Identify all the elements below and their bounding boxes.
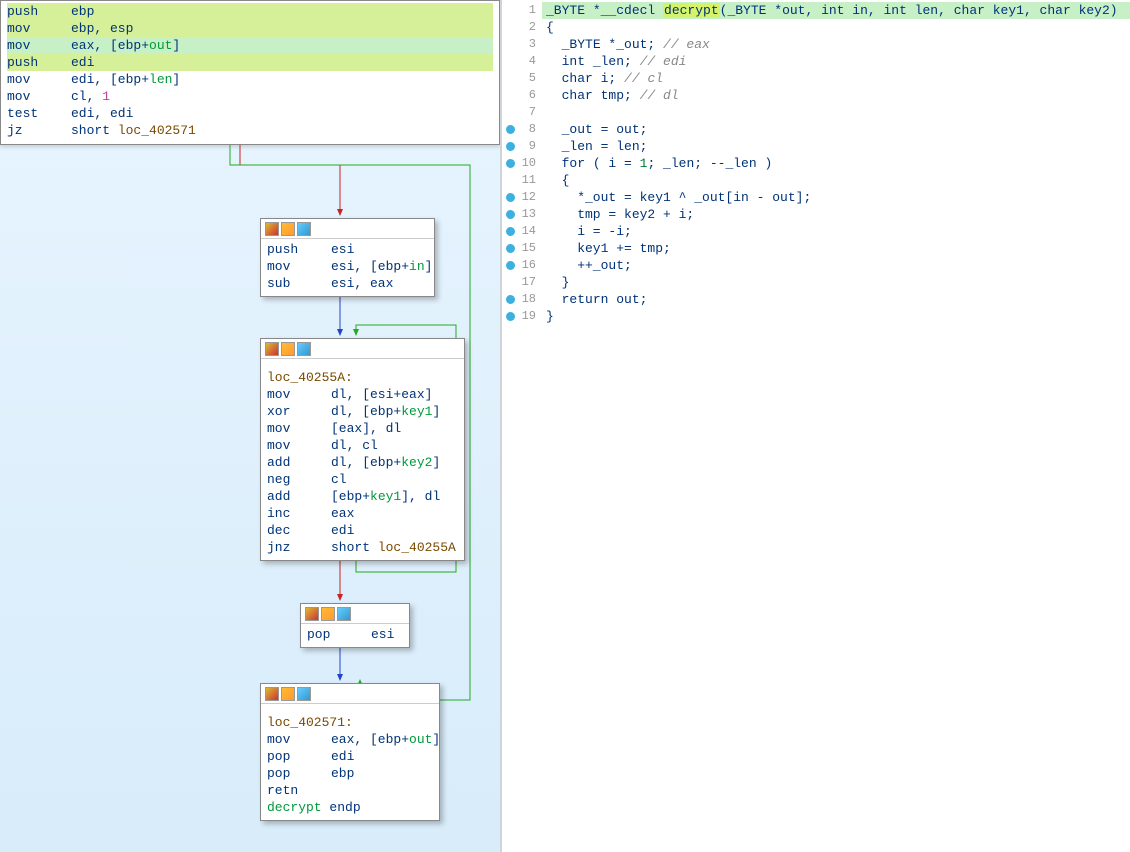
- line-number: 3: [502, 36, 542, 53]
- asm-instruction[interactable]: pushedi: [7, 54, 493, 71]
- block-icon: [337, 607, 351, 621]
- graph-block-entry[interactable]: pushebpmovebp, espmoveax, [ebp+out]pushe…: [0, 0, 500, 145]
- code-line[interactable]: _BYTE *__cdecl decrypt(_BYTE *out, int i…: [542, 2, 1130, 19]
- line-number: 9: [502, 138, 542, 155]
- code-line[interactable]: [542, 104, 1130, 121]
- breakpoint-dot[interactable]: [506, 193, 515, 202]
- disassembly-graph-pane[interactable]: pushebpmovebp, espmoveax, [ebp+out]pushe…: [0, 0, 500, 852]
- line-number: 8: [502, 121, 542, 138]
- code-line[interactable]: key1 += tmp;: [542, 240, 1130, 257]
- code-line[interactable]: return out;: [542, 291, 1130, 308]
- line-number: 1: [502, 2, 542, 19]
- asm-instruction[interactable]: movcl, 1: [7, 88, 493, 105]
- line-number: 5: [502, 70, 542, 87]
- code-line[interactable]: _out = out;: [542, 121, 1130, 138]
- asm-instruction[interactable]: mov[eax], dl: [267, 420, 458, 437]
- breakpoint-dot[interactable]: [506, 227, 515, 236]
- asm-label: loc_40255A:: [267, 370, 353, 385]
- block-icon: [297, 687, 311, 701]
- code-line[interactable]: _BYTE *_out; // eax: [542, 36, 1130, 53]
- asm-instruction[interactable]: popedi: [267, 748, 433, 765]
- asm-instruction[interactable]: subesi, eax: [267, 275, 428, 292]
- breakpoint-dot[interactable]: [506, 210, 515, 219]
- code-line[interactable]: char i; // cl: [542, 70, 1130, 87]
- asm-instruction[interactable]: decedi: [267, 522, 458, 539]
- asm-instruction[interactable]: retn: [267, 782, 433, 799]
- asm-instruction[interactable]: xordl, [ebp+key1]: [267, 403, 458, 420]
- breakpoint-dot[interactable]: [506, 261, 515, 270]
- block-icon: [265, 687, 279, 701]
- decompiler-pane[interactable]: 12345678910111213141516171819 _BYTE *__c…: [500, 0, 1130, 852]
- line-number: 15: [502, 240, 542, 257]
- code-line[interactable]: char tmp; // dl: [542, 87, 1130, 104]
- line-number-gutter: 12345678910111213141516171819: [502, 0, 542, 852]
- breakpoint-dot[interactable]: [506, 244, 515, 253]
- line-number: 12: [502, 189, 542, 206]
- asm-instruction[interactable]: decrypt endp: [267, 799, 433, 816]
- asm-instruction[interactable]: movdl, [esi+eax]: [267, 386, 458, 403]
- graph-block-setup[interactable]: pushesimovesi, [ebp+in]subesi, eax: [260, 218, 435, 297]
- code-line[interactable]: {: [542, 172, 1130, 189]
- breakpoint-dot[interactable]: [506, 142, 515, 151]
- code-line[interactable]: int _len; // edi: [542, 53, 1130, 70]
- line-number: 10: [502, 155, 542, 172]
- asm-instruction[interactable]: popebp: [267, 765, 433, 782]
- block-icon: [297, 342, 311, 356]
- code-line[interactable]: ++_out;: [542, 257, 1130, 274]
- asm-instruction[interactable]: testedi, edi: [7, 105, 493, 122]
- asm-instruction[interactable]: inceax: [267, 505, 458, 522]
- asm-instruction[interactable]: popesi: [307, 626, 403, 643]
- line-number: 7: [502, 104, 542, 121]
- code-line[interactable]: }: [542, 308, 1130, 325]
- block-icon: [297, 222, 311, 236]
- line-number: 18: [502, 291, 542, 308]
- line-number: 13: [502, 206, 542, 223]
- asm-instruction[interactable]: pushebp: [7, 3, 493, 20]
- line-number: 11: [502, 172, 542, 189]
- block-icon: [281, 342, 295, 356]
- code-line[interactable]: _len = len;: [542, 138, 1130, 155]
- block-icon: [305, 607, 319, 621]
- asm-instruction[interactable]: jzshort loc_402571: [7, 122, 493, 139]
- asm-instruction[interactable]: add[ebp+key1], dl: [267, 488, 458, 505]
- block-icon: [321, 607, 335, 621]
- line-number: 2: [502, 19, 542, 36]
- decompiled-code[interactable]: _BYTE *__cdecl decrypt(_BYTE *out, int i…: [542, 0, 1130, 852]
- asm-instruction[interactable]: pushesi: [267, 241, 428, 258]
- breakpoint-dot[interactable]: [506, 125, 515, 134]
- asm-instruction[interactable]: movebp, esp: [7, 20, 493, 37]
- code-line[interactable]: for ( i = 1; _len; --_len ): [542, 155, 1130, 172]
- code-line[interactable]: }: [542, 274, 1130, 291]
- block-icon: [265, 222, 279, 236]
- line-number: 14: [502, 223, 542, 240]
- block-icon: [281, 222, 295, 236]
- asm-instruction[interactable]: moveax, [ebp+out]: [267, 731, 433, 748]
- asm-instruction[interactable]: moveax, [ebp+out]: [7, 37, 493, 54]
- breakpoint-dot[interactable]: [506, 312, 515, 321]
- code-line[interactable]: {: [542, 19, 1130, 36]
- breakpoint-dot[interactable]: [506, 295, 515, 304]
- line-number: 19: [502, 308, 542, 325]
- asm-instruction[interactable]: adddl, [ebp+key2]: [267, 454, 458, 471]
- block-icon: [265, 342, 279, 356]
- line-number: 16: [502, 257, 542, 274]
- line-number: 4: [502, 53, 542, 70]
- graph-block-pop[interactable]: popesi: [300, 603, 410, 648]
- asm-instruction[interactable]: movesi, [ebp+in]: [267, 258, 428, 275]
- line-number: 17: [502, 274, 542, 291]
- line-number: 6: [502, 87, 542, 104]
- asm-instruction[interactable]: movedi, [ebp+len]: [7, 71, 493, 88]
- asm-instruction[interactable]: jnzshort loc_40255A: [267, 539, 458, 556]
- graph-block-loop[interactable]: loc_40255A: movdl, [esi+eax]xordl, [ebp+…: [260, 338, 465, 561]
- code-line[interactable]: tmp = key2 + i;: [542, 206, 1130, 223]
- code-line[interactable]: *_out = key1 ^ _out[in - out];: [542, 189, 1130, 206]
- graph-block-exit[interactable]: loc_402571: moveax, [ebp+out]popedipopeb…: [260, 683, 440, 821]
- code-line[interactable]: i = -i;: [542, 223, 1130, 240]
- breakpoint-dot[interactable]: [506, 159, 515, 168]
- block-icon: [281, 687, 295, 701]
- asm-instruction[interactable]: movdl, cl: [267, 437, 458, 454]
- asm-label: loc_402571:: [267, 715, 353, 730]
- asm-instruction[interactable]: negcl: [267, 471, 458, 488]
